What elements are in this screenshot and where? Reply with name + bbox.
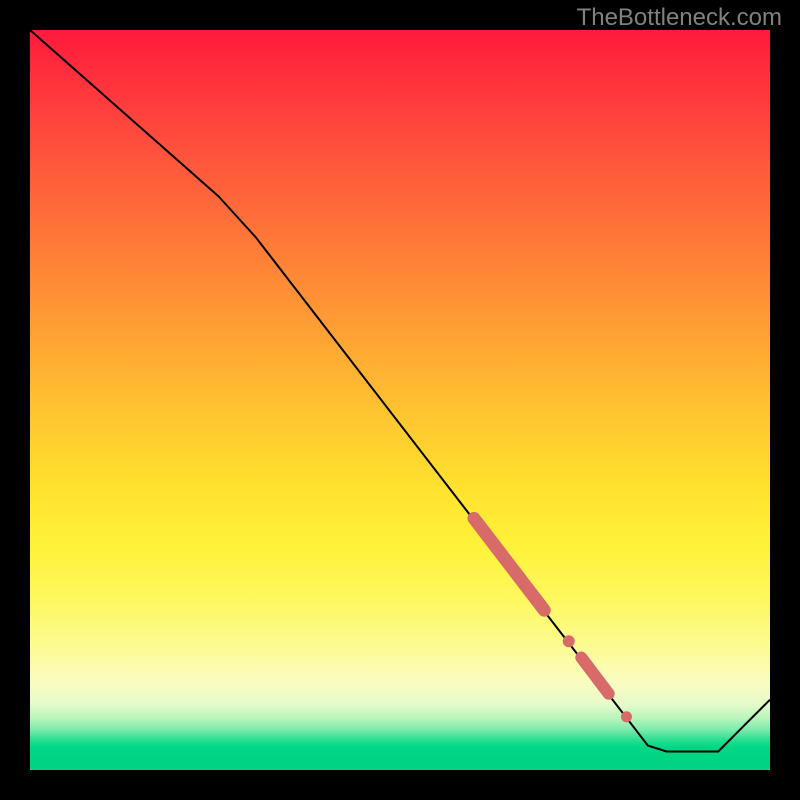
main-curve-line [30,30,770,752]
thick-red-segment-upper [474,518,544,610]
plot-overlay-svg [30,30,770,770]
curve-markers [474,518,632,722]
red-dot-low [621,711,632,722]
chart-frame: TheBottleneck.com [0,0,800,800]
attribution-text: TheBottleneck.com [577,4,782,32]
thick-red-segment-lower [581,658,608,694]
red-dot-mid [563,635,575,647]
